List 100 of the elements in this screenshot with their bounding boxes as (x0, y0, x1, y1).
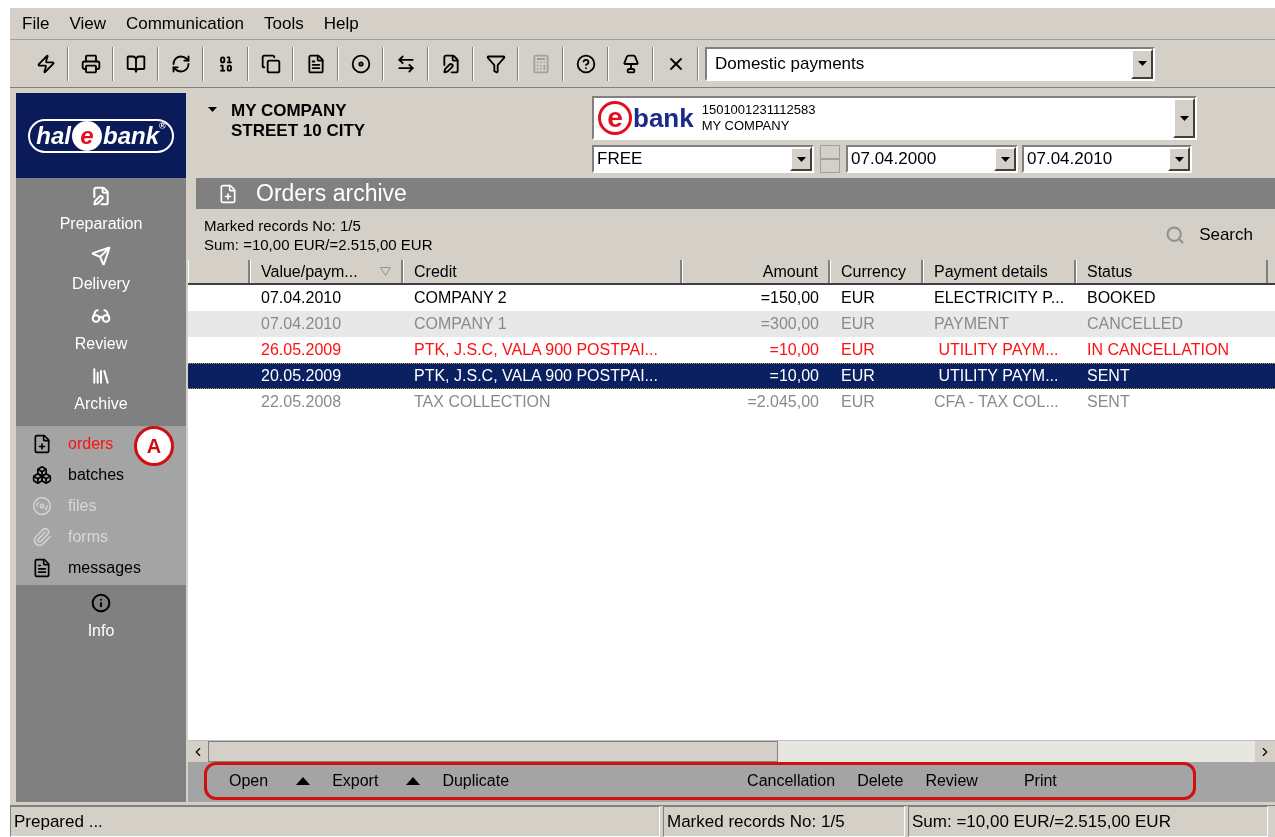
status-bar-field: Sum: =10,00 EUR/=2.515,00 EUR (908, 806, 1268, 837)
ebank-logo-mark: e (598, 101, 632, 135)
table-cell-text: COMPANY 1 (413, 314, 508, 334)
column-header (188, 260, 250, 283)
sidebar-item[interactable]: Info (16, 585, 186, 645)
table-cell-text: ELECTRICITY P... (933, 288, 1066, 308)
caret-up-icon (406, 777, 421, 785)
caret-icon (208, 107, 217, 112)
sort-icon (380, 267, 391, 276)
action-button[interactable]: Export (332, 769, 421, 793)
menu-item[interactable]: Communication (125, 10, 245, 37)
annotation-badge: A (134, 426, 174, 466)
table-cell-text: EUR (840, 366, 876, 386)
ebank-logo-text: bank (633, 101, 694, 135)
calculator-icon (530, 53, 551, 74)
table-row[interactable]: 20.05.2009 PTK, J.S.C, VALA 900 POSTPAI... =10,00 EUR UTILITY PAYM... SENT (188, 363, 1275, 389)
scroll-thumb[interactable] (208, 741, 778, 762)
form-icon (305, 53, 326, 74)
table-cell-text: 22.05.2008 (260, 392, 343, 412)
scroll-left-button[interactable] (188, 741, 208, 762)
type-select[interactable]: FREE (592, 145, 814, 173)
action-button[interactable]: Cancellation (747, 769, 836, 793)
table-cell-text: 20.05.2009 (260, 366, 343, 386)
table-cell-text: BOOKED (1086, 288, 1157, 308)
horizontal-scrollbar[interactable] (188, 740, 1275, 762)
document-icon (32, 557, 52, 578)
marked-records-text: Marked records No: 1/5 (204, 215, 362, 235)
action-button[interactable]: Duplicate (442, 769, 510, 793)
table-cell-text: 07.04.2010 (260, 288, 343, 308)
caret-icon (796, 156, 806, 162)
table-cell-text: EUR (840, 340, 876, 360)
lightning-icon (35, 53, 56, 74)
table-cell-text: 26.05.2009 (260, 340, 343, 360)
column-header[interactable]: Value/paym... (250, 260, 403, 283)
column-header[interactable]: Credit (403, 260, 682, 283)
title-bar: Orders archive (196, 178, 1275, 209)
book-icon (125, 53, 146, 74)
action-button[interactable]: Review (925, 769, 978, 793)
registered-mark: ® (159, 120, 166, 131)
printer-icon (80, 53, 101, 74)
edit-icon (91, 186, 111, 206)
sidebar-subitem[interactable]: batches (16, 459, 129, 490)
logo-mark: e (72, 120, 102, 151)
table-cell-text: CFA - TAX COL... (933, 392, 1060, 412)
dropdown-button[interactable] (1131, 48, 1153, 79)
copy-icon (260, 53, 281, 74)
table-cell-text: 07.04.2010 (260, 314, 343, 334)
menu-item[interactable]: Tools (264, 10, 304, 37)
table-cell-text: PTK, J.S.C, VALA 900 POSTPAI... (413, 366, 659, 386)
menu-item[interactable]: File (22, 10, 50, 37)
sidebar-subitem[interactable]: messages (16, 552, 145, 583)
refresh-icon (170, 53, 191, 74)
paperclip-icon (32, 526, 52, 547)
action-button[interactable]: Open (229, 769, 311, 793)
sidebar-item[interactable]: Preparation (16, 178, 186, 238)
search-icon (1165, 224, 1186, 245)
sidebar-item[interactable]: Review (16, 298, 186, 358)
dropdown-button[interactable] (994, 147, 1016, 171)
action-button[interactable]: Print (1023, 769, 1057, 793)
table-cell-text: =150,00 (759, 288, 820, 308)
info-icon (91, 593, 111, 613)
logo-text: hal (36, 120, 71, 151)
edit-icon (440, 53, 461, 74)
account-owner: MY COMPANY (701, 118, 791, 134)
caret-icon (1137, 61, 1147, 66)
table-cell-text: PAYMENT (933, 314, 1010, 334)
glasses-icon (91, 306, 111, 326)
module-select[interactable]: Domestic payments (705, 46, 1155, 81)
date-from-field[interactable]: 07.04.2000 (846, 145, 1018, 173)
document-icon (218, 183, 238, 204)
status-bar-field: Marked records No: 1/5 (663, 806, 905, 837)
table-cell-text: IN CANCELLATION (1086, 340, 1230, 360)
menu-item[interactable]: View (69, 10, 106, 37)
search-button[interactable]: Search (1165, 221, 1253, 248)
date-to-field[interactable]: 07.04.2010 (1022, 145, 1192, 173)
column-header[interactable]: Amount (682, 260, 830, 283)
dropdown-button[interactable] (1168, 147, 1190, 171)
sidebar-item[interactable]: Delivery (16, 238, 186, 298)
table-cell-text: =2.045,00 (746, 392, 820, 412)
help-icon (575, 53, 596, 74)
action-button[interactable]: Delete (857, 769, 904, 793)
caret-icon (1174, 156, 1184, 162)
table-cell-text: COMPANY 2 (413, 288, 508, 308)
caret-icon (1000, 156, 1010, 162)
account-number: 1501001231112583 (701, 102, 817, 118)
company-selector[interactable]: MY COMPANY STREET 10 CITY (208, 93, 592, 178)
column-header[interactable]: Currency (830, 260, 923, 283)
disc-icon (32, 495, 52, 516)
table-cell-text: SENT (1086, 392, 1131, 412)
table-cell-text: EUR (840, 288, 876, 308)
dropdown-button[interactable] (1173, 98, 1195, 138)
logo-text: bank (103, 120, 160, 151)
column-header[interactable]: Status (1076, 260, 1268, 283)
menu-item[interactable]: Help (323, 10, 359, 37)
column-header[interactable]: Payment details (923, 260, 1076, 283)
status-bar-field: Prepared ... (10, 806, 660, 837)
caret-up-icon (296, 777, 311, 785)
dropdown-button[interactable] (790, 147, 812, 171)
scroll-right-button[interactable] (1255, 741, 1275, 762)
sidebar-item[interactable]: Archive (16, 358, 186, 418)
